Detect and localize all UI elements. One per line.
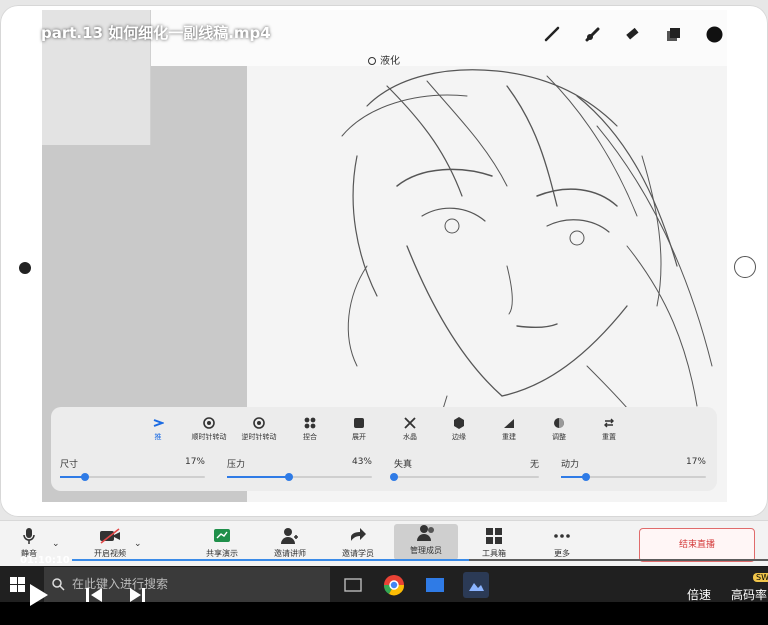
brush-icon[interactable] xyxy=(544,26,560,46)
smudge-icon[interactable] xyxy=(584,26,600,46)
task-view-icon[interactable] xyxy=(340,572,366,598)
liquify-mode-label: 推 xyxy=(154,433,162,441)
slider-knob[interactable] xyxy=(390,473,398,481)
push-icon xyxy=(153,419,164,427)
reconstruct-icon xyxy=(504,419,514,428)
slider-value: 17% xyxy=(685,457,706,467)
liquify-mode-label: 顺时针转动 xyxy=(191,433,227,441)
liquify-mode-label: 重建 xyxy=(502,433,516,441)
speed-button[interactable]: 倍速 xyxy=(687,586,711,603)
momentum-slider[interactable]: 动力 17% xyxy=(561,457,706,483)
video-off-icon xyxy=(100,528,120,544)
liquify-mode-label: 捏合 xyxy=(303,433,317,441)
share-icon[interactable] xyxy=(738,17,758,37)
expand-icon xyxy=(354,418,364,428)
slider-fill xyxy=(227,476,290,478)
slider-track[interactable] xyxy=(227,473,372,481)
next-icon[interactable] xyxy=(130,588,141,602)
liquify-mode-label: 重置 xyxy=(602,433,616,441)
chevron-down-icon[interactable]: ⌄ xyxy=(134,539,142,549)
tool-title-label: 液化 xyxy=(380,56,400,67)
size-slider[interactable]: 尺寸 17% xyxy=(60,457,205,483)
share-screen-button[interactable]: 共享演示 xyxy=(190,527,254,559)
toolbox-button[interactable]: 工具箱 xyxy=(462,527,526,559)
liquify-mode-label: 逆时针转动 xyxy=(241,433,277,441)
slider-knob[interactable] xyxy=(285,473,294,481)
slider-label: 尺寸 xyxy=(60,460,79,470)
members-icon xyxy=(417,525,434,541)
chrome-icon[interactable] xyxy=(381,572,407,598)
invite-student-icon xyxy=(351,528,366,541)
app-icon[interactable] xyxy=(422,572,448,598)
video-frame: 液化 part.13 如何细化一副线稿.mp4 推 顺时针转动 逆时针转动 捏合… xyxy=(0,0,768,520)
slider-label: 失真 xyxy=(394,460,413,470)
layers-icon[interactable] xyxy=(666,27,682,47)
slider-value: 17% xyxy=(184,457,205,467)
tablet-camera-dot xyxy=(19,262,31,274)
image-viewer-icon[interactable] xyxy=(463,572,489,598)
video-button[interactable]: 开启视频 xyxy=(78,527,142,559)
previous-icon[interactable] xyxy=(86,588,89,602)
quality-badge: SW xyxy=(753,573,768,582)
more-button[interactable]: 更多 xyxy=(530,527,594,559)
tablet-home-button xyxy=(734,256,756,278)
distortion-slider[interactable]: 失真 无 xyxy=(390,457,539,483)
invite-student-button[interactable]: 邀请学员 xyxy=(326,527,390,559)
more-icon xyxy=(554,534,570,538)
tool-title: 液化 xyxy=(368,52,400,67)
slider-value: 43% xyxy=(351,457,372,467)
eraser-icon[interactable] xyxy=(624,26,640,46)
manage-members-button[interactable]: 管理成员 xyxy=(394,524,458,560)
slider-value: 无 xyxy=(529,460,539,470)
crystals-icon xyxy=(404,417,416,429)
microphone-icon xyxy=(23,528,35,544)
slider-knob[interactable] xyxy=(581,473,590,481)
slider-track[interactable] xyxy=(390,473,539,481)
liquify-mode-reset[interactable]: 重置 xyxy=(579,417,639,442)
video-title: part.13 如何细化一副线稿.mp4 xyxy=(41,24,271,42)
manage-members-label: 管理成员 xyxy=(410,546,442,555)
liquify-mode-label: 水晶 xyxy=(403,433,417,441)
liquify-mode-label: 边缘 xyxy=(452,433,466,441)
screen-share-icon xyxy=(214,529,230,542)
pinch-icon xyxy=(304,417,316,429)
pressure-slider[interactable]: 压力 43% xyxy=(227,457,372,483)
edge-icon xyxy=(454,417,464,429)
toolbox-icon xyxy=(486,528,502,544)
invite-teacher-icon xyxy=(281,528,298,544)
liquify-panel: 推 顺时针转动 逆时针转动 捏合 展开 水晶 边缘 重建 调整 重置 尺寸 17… xyxy=(51,407,717,491)
adjust-icon xyxy=(554,418,564,428)
slider-label: 压力 xyxy=(227,460,246,470)
slider-label: 动力 xyxy=(561,460,580,470)
liquify-mode-label: 调整 xyxy=(552,433,566,441)
play-icon[interactable] xyxy=(30,584,48,606)
chevron-down-icon[interactable]: ⌄ xyxy=(52,539,60,549)
slider-track[interactable] xyxy=(561,473,706,481)
twirl-right-icon xyxy=(203,417,215,429)
video-progress[interactable] xyxy=(0,557,768,565)
quality-button[interactable]: 高码率 xyxy=(731,586,767,603)
liquify-mode-label: 展开 xyxy=(352,433,366,441)
twirl-left-icon xyxy=(253,417,265,429)
slider-knob[interactable] xyxy=(80,473,89,481)
liquify-icon xyxy=(368,57,376,65)
windows-start-icon[interactable] xyxy=(10,577,25,592)
reset-icon xyxy=(604,418,614,428)
slider-track[interactable] xyxy=(60,473,205,481)
progress-fill xyxy=(72,559,469,561)
color-icon[interactable] xyxy=(706,26,723,47)
invite-teacher-button[interactable]: 邀请讲师 xyxy=(258,527,322,559)
